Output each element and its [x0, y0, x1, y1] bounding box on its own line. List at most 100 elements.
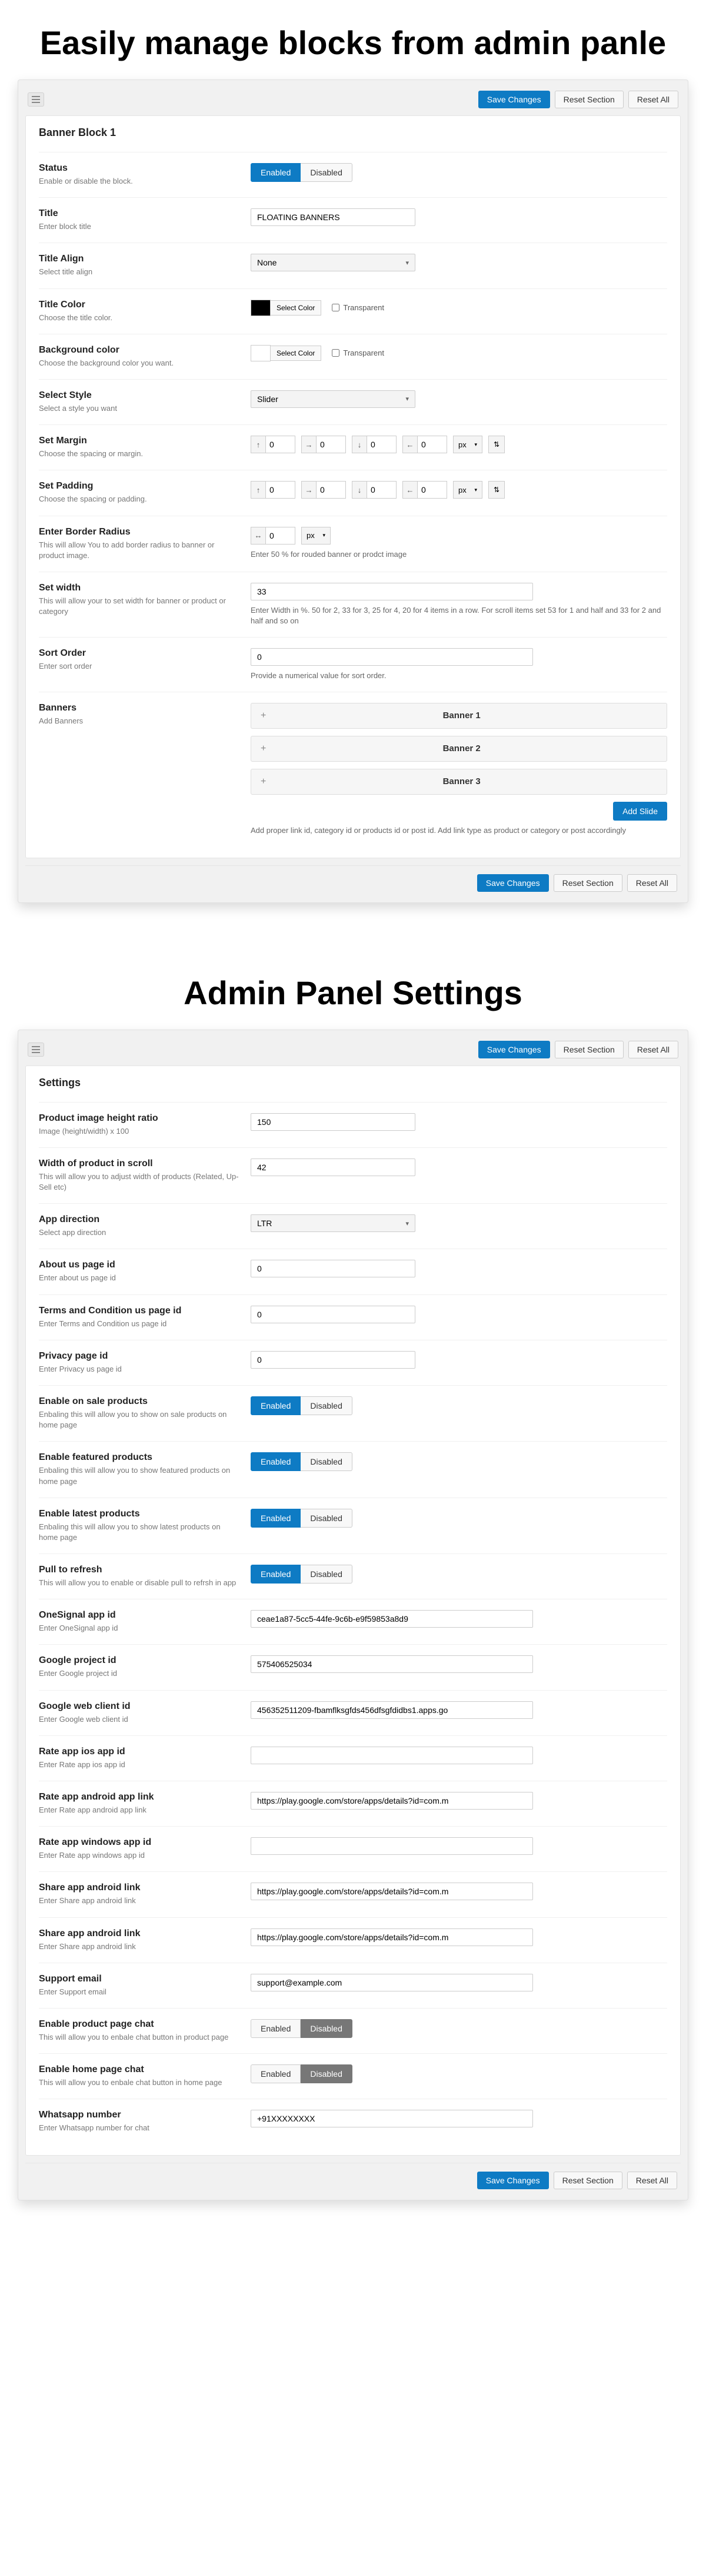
latest-toggle[interactable]: EnabledDisabled [251, 1509, 667, 1528]
arrow-lr-icon: ↔ [251, 527, 266, 545]
support-input[interactable] [251, 1974, 533, 1991]
margin-top-input[interactable] [266, 436, 295, 453]
ratewin-desc: Enter Rate app windows app id [39, 1851, 145, 1860]
margin-left-input[interactable] [418, 436, 447, 453]
gproject-desc: Enter Google project id [39, 1669, 117, 1678]
margin-bottom-input[interactable] [367, 436, 397, 453]
rateandroid-input[interactable] [251, 1792, 533, 1810]
reset-section-button[interactable]: Reset Section [555, 91, 624, 108]
enabled-btn[interactable]: Enabled [251, 1452, 301, 1471]
unit-select[interactable]: px▾ [453, 436, 482, 453]
banners-hint: Add proper link id, category id or produ… [251, 825, 667, 836]
homechat-label: Enable home page chat [39, 2064, 239, 2075]
onesignal-label: OneSignal app id [39, 1610, 239, 1621]
margin-right-input[interactable] [317, 436, 346, 453]
scrollwidth-input[interactable] [251, 1158, 415, 1176]
arrow-left-icon: ← [402, 436, 418, 453]
status-enabled[interactable]: Enabled [251, 163, 301, 182]
select-color-button[interactable]: Select Color [270, 346, 321, 361]
unit-select[interactable]: px▾ [301, 527, 331, 545]
onsale-toggle[interactable]: EnabledDisabled [251, 1396, 667, 1415]
disabled-btn[interactable]: Disabled [301, 2019, 352, 2038]
gweb-input[interactable] [251, 1701, 533, 1719]
disabled-btn[interactable]: Disabled [301, 2064, 352, 2083]
disabled-btn[interactable]: Disabled [301, 1565, 352, 1584]
enabled-btn[interactable]: Enabled [251, 1565, 301, 1584]
shareandroid-label: Share app android link [39, 1883, 239, 1893]
privacy-desc: Enter Privacy us page id [39, 1365, 122, 1373]
reset-all-button[interactable]: Reset All [628, 1041, 678, 1058]
disabled-btn[interactable]: Disabled [301, 1452, 352, 1471]
radius-desc: This will allow You to add border radius… [39, 540, 214, 560]
link-icon[interactable]: ⇅ [488, 436, 505, 453]
reset-section-button[interactable]: Reset Section [554, 874, 622, 892]
padding-right-input[interactable] [317, 481, 346, 499]
menu-icon[interactable] [28, 1043, 44, 1057]
ratio-input[interactable] [251, 1113, 415, 1131]
enabled-btn[interactable]: Enabled [251, 2064, 301, 2083]
arrow-down-icon: ↓ [352, 436, 367, 453]
shareandroid-input[interactable] [251, 1883, 533, 1900]
ratewin-label: Rate app windows app id [39, 1837, 239, 1848]
save-button[interactable]: Save Changes [477, 874, 549, 892]
select-style-select[interactable]: Slider▾ [251, 390, 415, 408]
disabled-btn[interactable]: Disabled [301, 1396, 352, 1415]
menu-icon[interactable] [28, 92, 44, 107]
onesignal-input[interactable] [251, 1610, 533, 1628]
link-icon[interactable]: ⇅ [488, 481, 505, 499]
shareandroid2-input[interactable] [251, 1928, 533, 1946]
prodchat-toggle[interactable]: EnabledDisabled [251, 2019, 667, 2038]
panel-blocks: Save Changes Reset Section Reset All Ban… [18, 79, 688, 903]
save-button[interactable]: Save Changes [478, 1041, 550, 1058]
homechat-toggle[interactable]: EnabledDisabled [251, 2064, 667, 2083]
padding-left-input[interactable] [418, 481, 447, 499]
banner-accordion-2[interactable]: +Banner 2 [251, 736, 667, 762]
padding-bottom-input[interactable] [367, 481, 397, 499]
scrollwidth-label: Width of product in scroll [39, 1158, 239, 1169]
privacy-input[interactable] [251, 1351, 415, 1369]
width-input[interactable] [251, 583, 533, 600]
padding-top-input[interactable] [266, 481, 295, 499]
enabled-btn[interactable]: Enabled [251, 2019, 301, 2038]
rateios-input[interactable] [251, 1747, 533, 1764]
transparent-checkbox[interactable] [332, 304, 339, 311]
prodchat-desc: This will allow you to enbale chat butto… [39, 2033, 228, 2041]
reset-section-button[interactable]: Reset Section [554, 2172, 622, 2189]
save-button[interactable]: Save Changes [478, 91, 550, 108]
color-swatch[interactable] [251, 300, 271, 316]
select-color-button[interactable]: Select Color [270, 300, 321, 316]
pull-toggle[interactable]: EnabledDisabled [251, 1565, 667, 1584]
ratewin-input[interactable] [251, 1837, 533, 1855]
reset-all-button[interactable]: Reset All [628, 91, 678, 108]
gproject-input[interactable] [251, 1655, 533, 1673]
enabled-btn[interactable]: Enabled [251, 1396, 301, 1415]
reset-all-button[interactable]: Reset All [627, 874, 677, 892]
status-toggle[interactable]: EnabledDisabled [251, 163, 667, 182]
sort-input[interactable] [251, 648, 533, 666]
enabled-btn[interactable]: Enabled [251, 1509, 301, 1528]
transparent-checkbox[interactable] [332, 349, 339, 357]
radius-input[interactable] [266, 527, 295, 545]
dir-select[interactable]: LTR▾ [251, 1214, 415, 1232]
title-align-desc: Select title align [39, 267, 92, 276]
terms-input[interactable] [251, 1306, 415, 1323]
save-button[interactable]: Save Changes [477, 2172, 549, 2189]
status-desc: Enable or disable the block. [39, 177, 133, 185]
whatsapp-input[interactable] [251, 2110, 533, 2127]
arrow-right-icon: → [301, 481, 317, 499]
status-disabled[interactable]: Disabled [301, 163, 352, 182]
status-label: Status [39, 163, 239, 174]
color-swatch[interactable] [251, 345, 271, 361]
banner-accordion-1[interactable]: +Banner 1 [251, 703, 667, 729]
disabled-btn[interactable]: Disabled [301, 1509, 352, 1528]
unit-select[interactable]: px▾ [453, 481, 482, 499]
add-slide-button[interactable]: Add Slide [613, 802, 667, 821]
reset-section-button[interactable]: Reset Section [555, 1041, 624, 1058]
featured-toggle[interactable]: EnabledDisabled [251, 1452, 667, 1471]
about-input[interactable] [251, 1260, 415, 1277]
title-input[interactable] [251, 208, 415, 226]
banner-accordion-3[interactable]: +Banner 3 [251, 769, 667, 795]
reset-all-button[interactable]: Reset All [627, 2172, 677, 2189]
onesignal-desc: Enter OneSignal app id [39, 1624, 118, 1632]
title-align-select[interactable]: None▾ [251, 254, 415, 271]
